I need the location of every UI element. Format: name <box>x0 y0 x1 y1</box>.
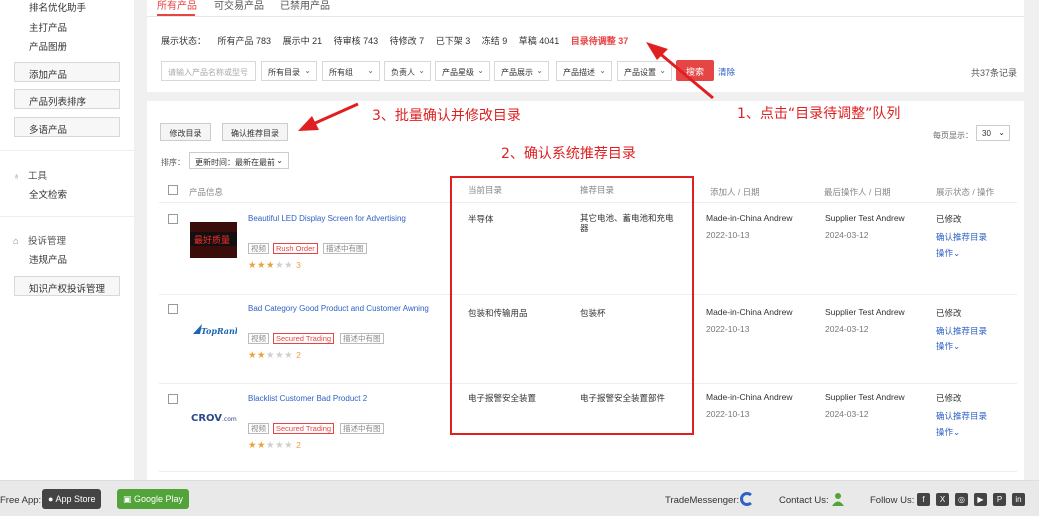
arrow-step3-shaft <box>312 102 359 126</box>
annotation-arrows <box>298 42 714 131</box>
arrow-step1-shaft <box>657 50 714 100</box>
youtube-icon[interactable]: ▶ <box>974 493 987 506</box>
footer-bar: Free App: ● App Store ▣ Google Play Trad… <box>0 480 1039 516</box>
linkedin-icon[interactable]: in <box>1012 493 1025 506</box>
x-twitter-icon[interactable]: X <box>936 493 949 506</box>
android-icon: ▣ <box>123 494 135 504</box>
app-store-label: App Store <box>55 494 96 504</box>
pinterest-icon[interactable]: P <box>993 493 1006 506</box>
instagram-icon[interactable]: ◎ <box>955 493 968 506</box>
contact-person-icon[interactable] <box>832 492 844 506</box>
free-app-label: Free App: <box>0 495 42 506</box>
app-store-button[interactable]: ● App Store <box>42 489 102 509</box>
google-play-label: Google Play <box>134 494 184 504</box>
google-play-button[interactable]: ▣ Google Play <box>117 489 190 509</box>
contact-us-label: Contact Us: <box>779 495 829 506</box>
trade-messenger-label: TradeMessenger: <box>665 495 740 506</box>
follow-us-label: Follow Us: <box>870 495 915 506</box>
facebook-icon[interactable]: f <box>917 493 930 506</box>
trade-messenger-icon[interactable] <box>740 492 754 506</box>
